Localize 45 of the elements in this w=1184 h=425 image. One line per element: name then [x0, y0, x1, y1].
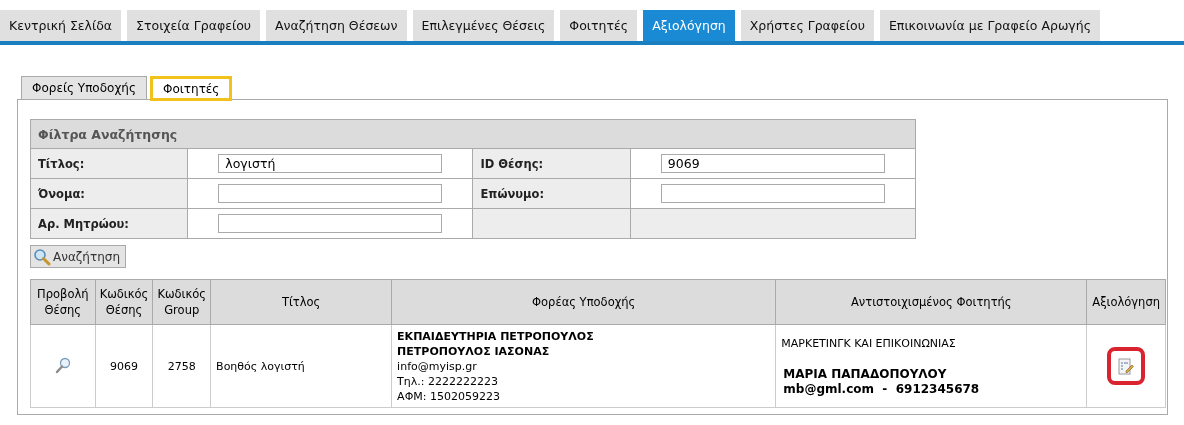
input-field[interactable] [218, 214, 443, 233]
magnifier-icon [54, 357, 71, 375]
field-label: Αρ. Μητρώου: [30, 208, 188, 239]
column-header: Κωδικός Θέσης [95, 279, 153, 325]
document-pencil-icon [1118, 357, 1135, 375]
table-cell: 9069 [95, 324, 153, 408]
column-header: Φορέας Υποδοχής [391, 279, 776, 325]
nav-tab[interactable]: Επιλεγμένες Θέσεις [412, 10, 555, 41]
input-field[interactable]: 9069 [660, 154, 885, 173]
search-icon [33, 247, 51, 266]
nav-tab[interactable]: Στοιχεία Γραφείου [127, 10, 261, 41]
host-email: info@myisp.gr [397, 358, 478, 374]
nav-tab[interactable]: Αξιολόγηση [643, 10, 735, 41]
column-header: Αντιστοιχισμένος Φοιτητής [775, 279, 1087, 325]
host-phone: Τηλ.: 2222222223 [397, 373, 499, 389]
nav-tab[interactable]: Φοιτητές [560, 10, 638, 41]
field-label: Επώνυμο: [473, 178, 631, 209]
column-header: Αξιολόγηση [1086, 279, 1166, 325]
table-cell: Βοηθός λογιστή [210, 324, 392, 408]
sub-tab[interactable]: Φοιτητές [149, 76, 233, 101]
column-header: Κωδικός Group [152, 279, 211, 325]
host-tax-id: ΑΦΜ: 1502059223 [397, 388, 501, 404]
search-button[interactable]: Αναζήτηση [30, 245, 126, 268]
filter-title: Φίλτρα Αναζήτησης [30, 119, 916, 149]
evaluate-button[interactable] [1118, 357, 1135, 375]
nav-tab[interactable]: Αναζήτηση Θέσεων [266, 10, 407, 41]
input-field[interactable] [218, 184, 443, 203]
input-field[interactable]: λογιστή [218, 154, 443, 173]
field-label: ID Θέσης: [473, 148, 631, 179]
input-field[interactable] [660, 184, 885, 203]
field-label: Τίτλος: [30, 148, 188, 179]
table-cell: 2758 [152, 324, 211, 408]
contact-name: ΠΕΤΡΟΠΟΥΛΟΣ ΙΑΣΟΝΑΣ [397, 343, 551, 359]
student-name: ΜΑΡΙΑ ΠΑΠΑΔΟΠΟΥΛΟΥ [782, 366, 948, 382]
nav-tab[interactable]: Χρήστες Γραφείου [740, 10, 874, 41]
column-header: Τίτλος [210, 279, 392, 325]
sub-tab[interactable]: Φορείς Υποδοχής [21, 76, 147, 99]
view-button[interactable] [54, 357, 71, 375]
student-department: ΜΑΡΚΕΤΙΝΓΚ ΚΑΙ ΕΠΙΚΟΙΝΩΝΙΑΣ [781, 335, 957, 351]
field-label: Όνομα: [30, 178, 188, 209]
column-header: Προβολή Θέσης [30, 279, 96, 325]
nav-tab[interactable]: Επικοινωνία με Γραφείο Αρωγής [879, 10, 1100, 41]
nav-tab[interactable]: Κεντρική Σελίδα [0, 10, 122, 41]
student-contact: mb@gml.com - 6912345678 [782, 381, 981, 397]
host-name: ΕΚΠΑΙΔΕΥΤΗΡΙΑ ΠΕΤΡΟΠΟΥΛΟΣ [397, 328, 595, 344]
